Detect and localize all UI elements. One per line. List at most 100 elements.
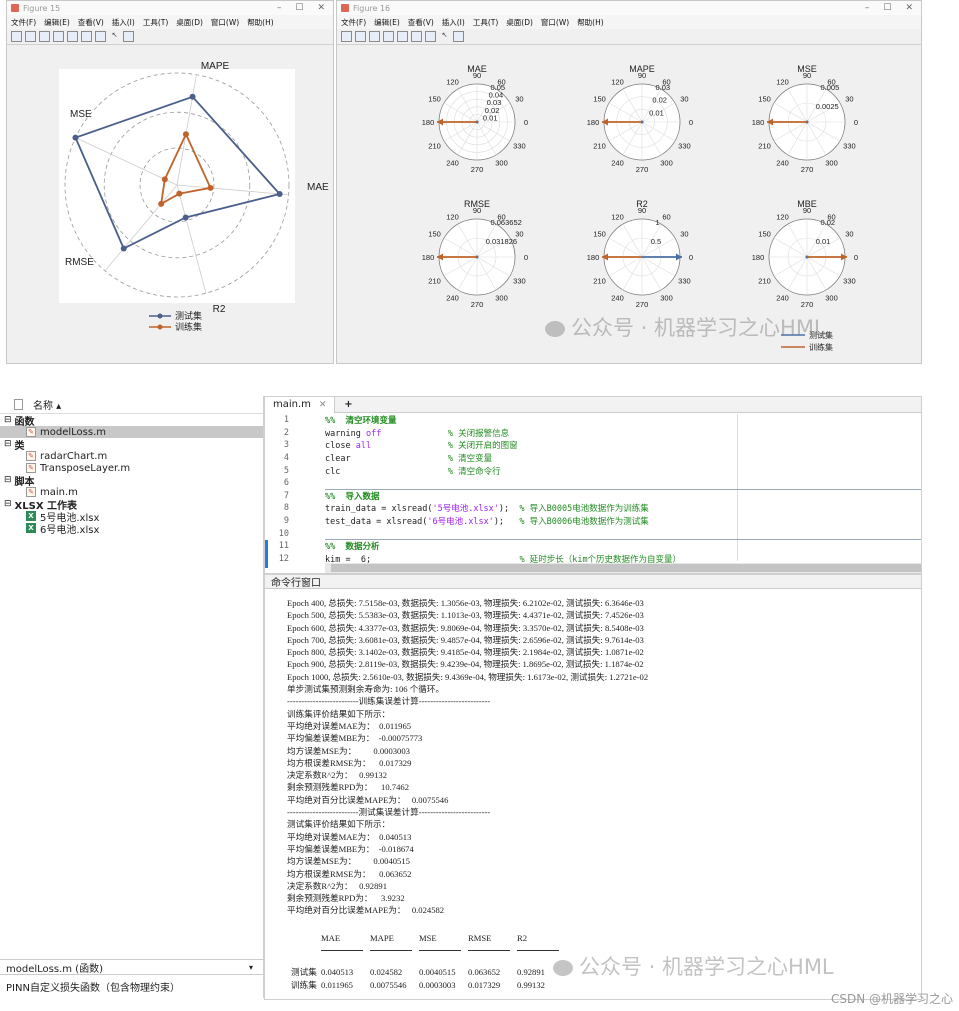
command-output-line: 均方误差MSE为： 0.0003003 xyxy=(287,745,410,756)
open-icon[interactable] xyxy=(25,31,36,42)
code-area[interactable]: 1 %% 清空环境变量 2 warning off % 关闭报警信息 3 close al… xyxy=(265,414,921,568)
code-line[interactable]: 4 clear % 清空变量 xyxy=(265,452,921,465)
tab-main-m[interactable]: main.m ✕ xyxy=(265,396,336,413)
minimize-icon[interactable]: – xyxy=(865,3,870,13)
menu-item[interactable]: 窗口(W) xyxy=(541,17,569,28)
link-icon[interactable] xyxy=(67,31,78,42)
new-icon[interactable] xyxy=(11,31,22,42)
menu-item[interactable]: 编辑(E) xyxy=(44,17,70,28)
code-token: ); xyxy=(493,517,520,528)
code-line[interactable]: 8 train_data = xlsread('5号电池.xlsx'); % 导入… xyxy=(265,502,921,515)
legend-label: 训练集 xyxy=(809,342,833,352)
polar-angle-label: 300 xyxy=(825,159,838,168)
code-line[interactable]: 1 %% 清空环境变量 xyxy=(265,414,921,427)
property-icon[interactable] xyxy=(123,31,134,42)
tree-section[interactable]: 函数 xyxy=(0,414,263,428)
insert-legend-icon[interactable] xyxy=(425,31,436,42)
line-number: 1 xyxy=(283,415,289,426)
menu-item[interactable]: 文件(F) xyxy=(11,17,36,28)
menu-item[interactable]: 查看(V) xyxy=(408,17,434,28)
figure16-title: Figure 16 xyxy=(353,3,391,13)
menu-item[interactable]: 桌面(D) xyxy=(506,17,533,28)
code-token: % 导入B0006电池数据作为测试集 xyxy=(519,517,649,528)
menu-item[interactable]: 工具(T) xyxy=(473,17,498,28)
legend-marker xyxy=(157,313,163,319)
save-icon[interactable] xyxy=(39,31,50,42)
horizontal-scrollbar[interactable] xyxy=(325,563,921,573)
link-icon[interactable] xyxy=(397,31,408,42)
menu-item[interactable]: 文件(F) xyxy=(341,17,366,28)
tree-section[interactable]: 脚本 xyxy=(0,474,263,488)
polar-ring-label: 0.01 xyxy=(816,237,831,246)
code-token: all xyxy=(355,441,372,452)
tab-label: main.m xyxy=(273,399,311,410)
csdn-credit: CSDN @机器学习之心 xyxy=(830,992,953,1006)
menu-item[interactable]: 窗口(W) xyxy=(211,17,239,28)
test-series-point xyxy=(182,214,189,221)
scroll-thumb[interactable] xyxy=(331,564,921,572)
polar-angle-label: 180 xyxy=(752,118,765,127)
train-series-point xyxy=(207,184,214,191)
command-output-line: Epoch 500, 总损失: 5.5383e-03, 数据损失: 1.1013… xyxy=(287,610,644,621)
chevron-down-icon[interactable]: ▾ xyxy=(249,963,263,972)
menu-item[interactable]: 编辑(E) xyxy=(374,17,400,28)
code-line[interactable]: 11 %% 数据分析 xyxy=(265,540,921,553)
tree-file-item[interactable]: ✎ modelLoss.m xyxy=(0,426,263,438)
menu-item[interactable]: 工具(T) xyxy=(143,17,168,28)
code-line[interactable]: 2 warning off % 关闭报警信息 xyxy=(265,427,921,440)
menu-item[interactable]: 查看(V) xyxy=(78,17,104,28)
results-cell: 0.017329 xyxy=(468,979,501,990)
property-icon[interactable] xyxy=(453,31,464,42)
polar-angle-label: 330 xyxy=(678,277,691,286)
tree-file-item[interactable]: ✎ TransposeLayer.m xyxy=(0,462,263,474)
divider-rule xyxy=(370,950,412,951)
menu-item[interactable]: 插入(I) xyxy=(442,17,465,28)
maximize-icon[interactable]: ☐ xyxy=(883,3,891,13)
polar-ring-label: 0.5 xyxy=(651,237,661,246)
command-output-line: Epoch 900, 总损失: 2.8119e-03, 数据损失: 9.4239… xyxy=(287,659,644,670)
new-icon[interactable] xyxy=(341,31,352,42)
close-icon[interactable]: ✕ xyxy=(905,3,913,13)
pointer-icon[interactable]: ↖ xyxy=(109,31,120,42)
code-token: clc xyxy=(325,466,448,477)
print-icon[interactable] xyxy=(383,31,394,42)
tree-file-item[interactable]: X 6号电池.xlsx xyxy=(0,522,263,536)
open-icon[interactable] xyxy=(355,31,366,42)
code-line[interactable]: 3 close all % 关闭开启的图窗 xyxy=(265,439,921,452)
polar-angle-label: 150 xyxy=(428,230,441,239)
command-output-line: 训练集评价结果如下所示： xyxy=(287,708,391,719)
insert-colorbar-icon[interactable] xyxy=(411,31,422,42)
polar-ring-label: 0.005 xyxy=(821,83,840,92)
close-icon[interactable]: ✕ xyxy=(317,3,325,13)
results-cell: 0.0075546 xyxy=(370,979,407,990)
code-token: '6号电池.xlsx' xyxy=(427,517,494,528)
polar-title: RMSE xyxy=(464,199,490,209)
code-line[interactable]: 5 clc % 清空命令行 xyxy=(265,464,921,477)
polar-angle-label: 30 xyxy=(845,95,853,104)
code-line[interactable]: 9 test_data = xlsread('6号电池.xlsx'); % 导入B… xyxy=(265,515,921,528)
name-column-header[interactable]: 名称 ▴ xyxy=(33,397,61,412)
insert-legend-icon[interactable] xyxy=(95,31,106,42)
polar-angle-label: 270 xyxy=(471,165,484,174)
command-window[interactable]: 命令行窗口 Epoch 400, 总损失: 7.5158e-03, 数据损失: … xyxy=(264,574,922,1000)
new-tab-button[interactable]: + xyxy=(341,399,355,410)
tree-file-item[interactable]: ✎ radarChart.m xyxy=(0,450,263,462)
menu-item[interactable]: 桌面(D) xyxy=(176,17,203,28)
insert-colorbar-icon[interactable] xyxy=(81,31,92,42)
menu-item[interactable]: 帮助(H) xyxy=(247,17,274,28)
menu-item[interactable]: 帮助(H) xyxy=(577,17,604,28)
code-line[interactable]: 7 %% 导入数据 xyxy=(265,490,921,503)
details-title: modelLoss.m (函数) xyxy=(6,963,103,975)
menu-item[interactable]: 插入(I) xyxy=(112,17,135,28)
polar-angle-label: 150 xyxy=(593,230,606,239)
print-icon[interactable] xyxy=(53,31,64,42)
minimize-icon[interactable]: – xyxy=(277,3,282,13)
test-series-point xyxy=(189,93,196,100)
save-icon[interactable] xyxy=(369,31,380,42)
close-tab-icon[interactable]: ✕ xyxy=(319,400,327,410)
results-cell: 0.063652 xyxy=(468,966,501,977)
tree-section[interactable]: 类 xyxy=(0,438,263,452)
pointer-icon[interactable]: ↖ xyxy=(439,31,450,42)
maximize-icon[interactable]: ☐ xyxy=(295,3,303,13)
